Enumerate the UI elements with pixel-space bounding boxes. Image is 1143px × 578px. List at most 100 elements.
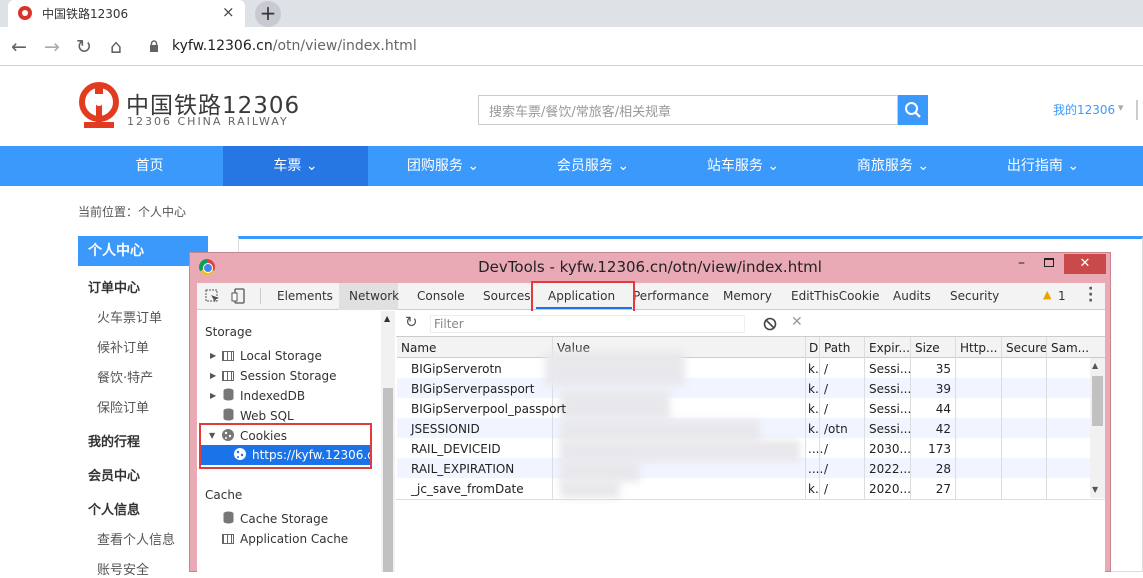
nav-home[interactable]: 首页 (77, 146, 222, 186)
cookie-name[interactable]: BIGipServerpassport (411, 382, 534, 396)
cookie-name[interactable]: RAIL_DEVICEID (411, 442, 501, 456)
refresh-icon[interactable]: ↻ (405, 313, 418, 331)
column-secure[interactable]: Secure (1006, 341, 1047, 355)
cookie-path[interactable]: / (824, 362, 828, 376)
cookie-domain[interactable]: .... (808, 442, 823, 456)
cookie-path[interactable]: / (824, 402, 828, 416)
cookie-expires[interactable]: Sessi... (869, 402, 911, 416)
sidebar-item-local-storage[interactable]: Local Storage (240, 349, 322, 363)
cookie-size[interactable]: 173 (910, 442, 951, 456)
warning-icon[interactable]: ▲ (1043, 288, 1051, 301)
cookie-name[interactable]: RAIL_EXPIRATION (411, 462, 514, 476)
tab-security[interactable]: Security (950, 289, 999, 303)
cookie-name[interactable]: _jc_save_fromDate (411, 482, 524, 496)
expand-icon[interactable]: ▶ (210, 351, 216, 360)
menu-item-view-info[interactable]: 查看个人信息 (97, 529, 175, 548)
tab-network[interactable]: Network (349, 289, 399, 303)
tab-performance[interactable]: Performance (633, 289, 709, 303)
cookie-domain[interactable]: k. (808, 422, 819, 436)
railway-logo-icon[interactable] (78, 82, 120, 130)
tab-elements[interactable]: Elements (277, 289, 333, 303)
cookie-expires[interactable]: Sessi... (869, 422, 911, 436)
cookie-size[interactable]: 28 (910, 462, 951, 476)
chevron-down-icon[interactable]: ▾ (1118, 101, 1124, 114)
cookie-size[interactable]: 39 (910, 382, 951, 396)
column-domain[interactable]: D (809, 341, 818, 355)
menu-item-my-trips[interactable]: 我的行程 (88, 431, 140, 450)
expand-icon[interactable]: ▶ (210, 391, 216, 400)
tab-editthiscookie[interactable]: EditThisCookie (791, 289, 880, 303)
back-icon[interactable]: ← (8, 36, 30, 58)
menu-item-member-center[interactable]: 会员中心 (88, 465, 140, 484)
cookie-expires[interactable]: 2022... (869, 462, 911, 476)
sidebar-scroll-thumb[interactable] (383, 388, 393, 572)
cookie-domain[interactable]: k. (808, 362, 819, 376)
cookie-size[interactable]: 27 (910, 482, 951, 496)
new-tab-button[interactable]: + (255, 1, 281, 27)
cookie-path[interactable]: / (824, 442, 828, 456)
search-button[interactable] (898, 95, 928, 125)
nav-member-service[interactable]: 会员服务 ⌄ (518, 146, 668, 186)
lock-icon[interactable] (149, 40, 159, 53)
cookie-expires[interactable]: 2020... (869, 482, 911, 496)
menu-item-food[interactable]: 餐饮·特产 (97, 367, 153, 386)
reload-icon[interactable]: ↻ (73, 36, 95, 58)
menu-item-account-security[interactable]: 账号安全 (97, 559, 149, 578)
delete-selected-icon[interactable]: ✕ (791, 314, 803, 330)
maximize-icon[interactable] (1044, 258, 1054, 267)
nav-business-service[interactable]: 商旅服务 ⌄ (818, 146, 968, 186)
cookie-name[interactable]: BIGipServerpool_passport (411, 402, 566, 416)
tab-memory[interactable]: Memory (723, 289, 772, 303)
column-expires[interactable]: Expir... (869, 341, 910, 355)
cookie-path[interactable]: / (824, 462, 828, 476)
home-icon[interactable]: ⌂ (105, 36, 127, 58)
column-size[interactable]: Size (915, 341, 940, 355)
cookie-expires[interactable]: Sessi... (869, 362, 911, 376)
table-scroll-thumb[interactable] (1092, 376, 1103, 426)
cookie-name[interactable]: BIGipServerotn (411, 362, 502, 376)
cookie-path[interactable]: / (824, 482, 828, 496)
cookie-domain[interactable]: k. (808, 482, 819, 496)
my12306-link[interactable]: 我的12306 (1053, 101, 1115, 118)
cookie-domain[interactable]: k. (808, 402, 819, 416)
close-window-button[interactable]: ✕ (1064, 254, 1106, 274)
menu-item-order-center[interactable]: 订单中心 (88, 277, 140, 296)
menu-item-train-orders[interactable]: 火车票订单 (97, 307, 162, 326)
menu-item-waitlist-orders[interactable]: 候补订单 (97, 337, 149, 356)
tab-sources[interactable]: Sources (483, 289, 530, 303)
cookie-size[interactable]: 44 (910, 402, 951, 416)
sidebar-item-web-sql[interactable]: Web SQL (240, 409, 294, 423)
scroll-up-icon[interactable]: ▲ (1092, 361, 1098, 370)
nav-tickets[interactable]: 车票 ⌄ (223, 146, 368, 186)
minimize-icon[interactable]: – (1018, 255, 1025, 271)
menu-item-personal-info[interactable]: 个人信息 (88, 499, 140, 518)
scroll-down-icon[interactable]: ▼ (1092, 485, 1098, 494)
cookie-domain[interactable]: .... (808, 462, 823, 476)
sidebar-item-cache-storage[interactable]: Cache Storage (240, 512, 328, 526)
inspect-element-icon[interactable] (205, 289, 221, 305)
nav-station-service[interactable]: 站车服务 ⌄ (668, 146, 818, 186)
address-bar[interactable]: kyfw.12306.cn/otn/view/index.html (172, 38, 417, 54)
clear-all-icon[interactable] (763, 317, 777, 331)
sidebar-item-session-storage[interactable]: Session Storage (240, 369, 337, 383)
sidebar-item-application-cache[interactable]: Application Cache (240, 532, 348, 546)
cookie-path[interactable]: /otn (824, 422, 848, 436)
scroll-up-icon[interactable]: ▲ (384, 314, 390, 323)
cookie-expires[interactable]: 2030... (869, 442, 911, 456)
tab-audits[interactable]: Audits (893, 289, 931, 303)
column-path[interactable]: Path (824, 341, 850, 355)
expand-icon[interactable]: ▶ (210, 371, 216, 380)
cookie-size[interactable]: 42 (910, 422, 951, 436)
tab-console[interactable]: Console (417, 289, 465, 303)
sidebar-item-indexeddb[interactable]: IndexedDB (240, 389, 305, 403)
column-httponly[interactable]: Http... (960, 341, 998, 355)
nav-group-service[interactable]: 团购服务 ⌄ (368, 146, 518, 186)
cookie-expires[interactable]: Sessi... (869, 382, 911, 396)
tab-close-icon[interactable]: × (222, 3, 235, 21)
cookie-domain[interactable]: k. (808, 382, 819, 396)
cookie-name[interactable]: JSESSIONID (411, 422, 480, 436)
nav-travel-guide[interactable]: 出行指南 ⌄ (968, 146, 1118, 186)
column-name[interactable]: Name (401, 341, 436, 355)
column-samesite[interactable]: Sam... (1051, 341, 1089, 355)
cookie-path[interactable]: / (824, 382, 828, 396)
